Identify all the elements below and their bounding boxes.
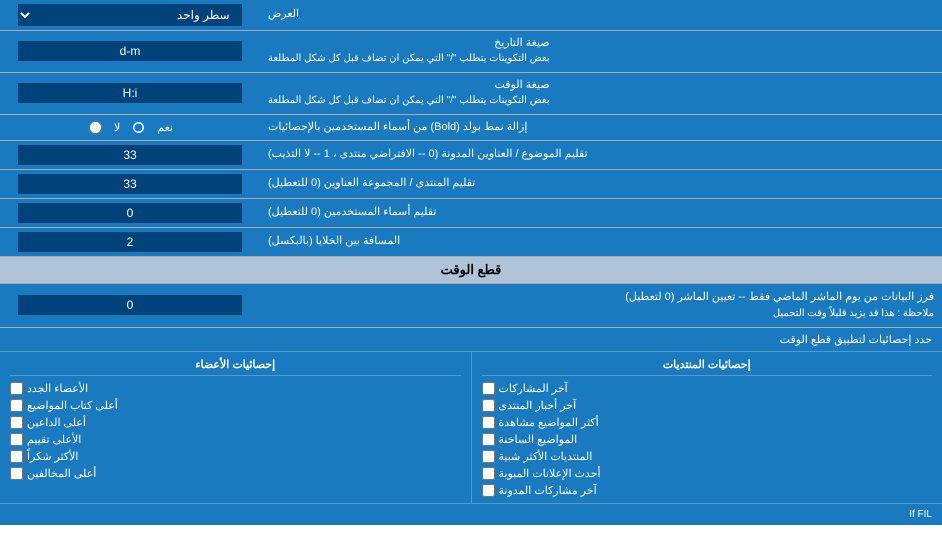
realtime-field[interactable] <box>18 295 241 315</box>
checkbox-classified-ads-input[interactable] <box>482 467 495 480</box>
top-row-input[interactable]: سطر واحد سطرين ثلاثة أسطر <box>0 0 260 30</box>
checkbox-hot-topics-input[interactable] <box>482 433 495 446</box>
forum-group-row: تقليم المنتدى / المجموعة العناوين (0 للت… <box>0 170 942 199</box>
bold-no-radio[interactable] <box>89 121 102 134</box>
stats-apply-spacer <box>0 328 260 351</box>
bold-radio-group: نعم لا <box>77 121 183 134</box>
date-format-field[interactable] <box>18 41 241 61</box>
checkbox-new-members: الأعضاء الجدد <box>10 380 461 397</box>
cell-spacing-row: المسافة بين الخلايا (بالبكسل) <box>0 228 942 257</box>
cell-spacing-field[interactable] <box>18 232 241 252</box>
checkbox-top-violators: أعلى المخالفين <box>10 465 461 482</box>
checkbox-most-viewed: أكثر المواضيع مشاهدة <box>482 414 933 431</box>
forum-stats-header: إحصائيات المنتديات <box>482 356 933 376</box>
forum-group-label: تقليم المنتدى / المجموعة العناوين (0 للت… <box>260 170 942 198</box>
time-format-label: صيغة الوقتبعض التكوينات يتطلب "/" التي ي… <box>260 73 942 114</box>
bold-remove-label: إزالة نمط بولد (Bold) من أسماء المستخدمي… <box>260 115 942 140</box>
checkbox-top-writers-input[interactable] <box>10 399 23 412</box>
time-format-field[interactable] <box>18 83 241 103</box>
time-format-row: صيغة الوقتبعض التكوينات يتطلب "/" التي ي… <box>0 73 942 115</box>
usernames-input[interactable] <box>0 199 260 227</box>
checkbox-new-members-input[interactable] <box>10 382 23 395</box>
checkbox-highest-rated-input[interactable] <box>10 433 23 446</box>
forum-group-field[interactable] <box>18 174 241 194</box>
topics-titles-input[interactable] <box>0 141 260 169</box>
bold-remove-options: نعم لا <box>0 115 260 140</box>
topics-titles-row: تقليم الموضوع / العناوين المدونة (0 -- ا… <box>0 141 942 170</box>
cell-spacing-label: المسافة بين الخلايا (بالبكسل) <box>260 228 942 256</box>
cell-spacing-input[interactable] <box>0 228 260 256</box>
checkbox-blog-posts-input[interactable] <box>482 484 495 497</box>
checkbox-similar-forums-input[interactable] <box>482 450 495 463</box>
checkbox-top-violators-input[interactable] <box>10 467 23 480</box>
checkbox-highest-rated: الأعلى تقييم <box>10 431 461 448</box>
usernames-field[interactable] <box>18 203 241 223</box>
topics-titles-label: تقليم الموضوع / العناوين المدونة (0 -- ا… <box>260 141 942 169</box>
checkbox-top-inviters: أعلى الداعين <box>10 414 461 431</box>
checkbox-last-posts: آخر المشاركات <box>482 380 933 397</box>
forum-group-input[interactable] <box>0 170 260 198</box>
usernames-row: تقليم أسماء المستخدمين (0 للتعطيل) <box>0 199 942 228</box>
checkbox-section: إحصائيات المنتديات آخر المشاركات آخر أخب… <box>0 352 942 503</box>
date-format-label: صيغة التاريخبعض التكوينات يتطلب "/" التي… <box>260 31 942 72</box>
checkbox-similar-forums: المنتديات الأكثر شبية <box>482 448 933 465</box>
checkbox-most-thanked: الأكثر شكراً <box>10 448 461 465</box>
top-row: العرض سطر واحد سطرين ثلاثة أسطر <box>0 0 942 31</box>
stats-apply-row: حدد إحصائيات لتطبيق قطع الوقت <box>0 328 942 352</box>
checkbox-forum-news: آخر أخبار المنتدى <box>482 397 933 414</box>
top-select[interactable]: سطر واحد سطرين ثلاثة أسطر <box>18 4 241 26</box>
time-format-input[interactable] <box>0 73 260 114</box>
checkbox-top-writers: أعلى كتاب المواضيع <box>10 397 461 414</box>
forum-stats-col: إحصائيات المنتديات آخر المشاركات آخر أخب… <box>472 352 942 503</box>
date-format-input[interactable] <box>0 31 260 72</box>
realtime-section-header: قطع الوقت <box>0 257 942 284</box>
checkbox-blog-posts: آخر مشاركات المدونة <box>482 482 933 499</box>
realtime-row: فرز البيانات من يوم الماشر الماضي فقط --… <box>0 284 942 328</box>
checkbox-top-inviters-input[interactable] <box>10 416 23 429</box>
usernames-label: تقليم أسماء المستخدمين (0 للتعطيل) <box>260 199 942 227</box>
checkbox-hot-topics: المواضيع الساخنة <box>482 431 933 448</box>
checkbox-classified-ads: أحدث الإعلانات المبوبة <box>482 465 933 482</box>
checkbox-most-thanked-input[interactable] <box>10 450 23 463</box>
checkbox-most-viewed-input[interactable] <box>482 416 495 429</box>
checkbox-forum-news-input[interactable] <box>482 399 495 412</box>
topics-titles-field[interactable] <box>18 145 241 165</box>
bold-no-label: لا <box>114 121 120 134</box>
realtime-input[interactable] <box>0 284 260 327</box>
checkbox-last-posts-input[interactable] <box>482 382 495 395</box>
footer-note: If FIL <box>0 503 942 525</box>
stats-apply-label: حدد إحصائيات لتطبيق قطع الوقت <box>260 328 942 351</box>
col-divider <box>471 352 472 503</box>
realtime-label: فرز البيانات من يوم الماشر الماضي فقط --… <box>260 284 942 327</box>
bold-yes-radio[interactable] <box>132 121 145 134</box>
member-stats-header: إحصائيات الأعضاء <box>10 356 461 376</box>
member-stats-col: إحصائيات الأعضاء الأعضاء الجدد أعلى كتاب… <box>0 352 471 503</box>
date-format-row: صيغة التاريخبعض التكوينات يتطلب "/" التي… <box>0 31 942 73</box>
top-row-label: العرض <box>260 2 942 27</box>
bold-remove-row: إزالة نمط بولد (Bold) من أسماء المستخدمي… <box>0 115 942 141</box>
bold-yes-label: نعم <box>157 121 173 134</box>
